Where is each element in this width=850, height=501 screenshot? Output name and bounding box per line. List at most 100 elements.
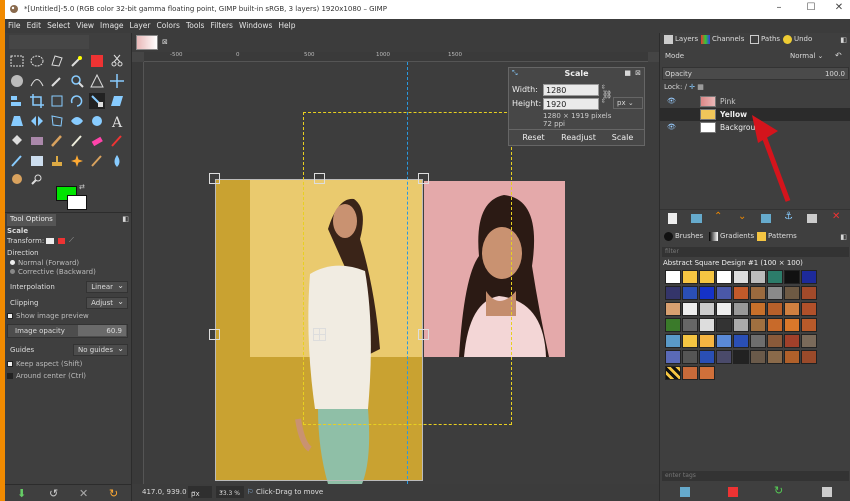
pattern-refresh-icon[interactable]: ↻ xyxy=(774,484,783,497)
pattern-swatch[interactable] xyxy=(665,350,681,364)
pattern-open-icon[interactable] xyxy=(822,487,832,497)
width-input[interactable]: 1280 xyxy=(543,84,599,96)
tab-paths[interactable]: Paths xyxy=(750,35,780,47)
menu-windows[interactable]: Windows xyxy=(236,19,275,32)
reset-options-icon[interactable]: ↻ xyxy=(109,487,118,500)
mypaint-brush-icon[interactable] xyxy=(29,153,45,169)
free-select-icon[interactable] xyxy=(49,53,65,69)
smudge-alt-icon[interactable] xyxy=(9,171,25,187)
image-tab-thumbnail[interactable] xyxy=(136,35,158,50)
measure-icon[interactable] xyxy=(89,73,105,89)
pattern-swatch[interactable] xyxy=(784,302,800,316)
anchor-layer-icon[interactable]: ⚓ xyxy=(784,211,793,222)
pencil-icon[interactable] xyxy=(69,133,85,149)
lock-alpha-icon[interactable]: ▦ xyxy=(697,83,704,91)
pattern-swatch[interactable] xyxy=(784,350,800,364)
dock-menu-icon[interactable]: ◧ xyxy=(840,36,847,44)
cage-transform-icon[interactable] xyxy=(49,113,65,129)
tab-undo[interactable]: Undo xyxy=(783,35,812,47)
dodge-burn-icon[interactable] xyxy=(109,153,125,169)
opacity-value[interactable]: 100.0 xyxy=(825,70,845,78)
pattern-swatch[interactable] xyxy=(733,334,749,348)
scale-tool-icon[interactable] xyxy=(89,93,105,109)
raise-layer-icon[interactable]: ⌃ xyxy=(714,211,722,222)
height-input[interactable]: 1920 xyxy=(543,98,599,110)
ink-icon[interactable] xyxy=(9,153,25,169)
pattern-swatch[interactable] xyxy=(784,318,800,332)
shear-icon[interactable] xyxy=(109,93,125,109)
tags-input[interactable]: enter tags xyxy=(662,471,849,481)
pattern-swatch[interactable] xyxy=(801,302,817,316)
visibility-eye-icon[interactable]: 👁 xyxy=(667,123,676,131)
tab-brushes[interactable]: Brushes xyxy=(664,232,703,244)
pattern-swatch[interactable] xyxy=(801,334,817,348)
pattern-swatch[interactable] xyxy=(699,366,715,380)
transform-path-icon[interactable]: ⟋ xyxy=(69,236,74,245)
pattern-delete-icon[interactable] xyxy=(728,487,738,497)
tab-gradients[interactable]: Gradients xyxy=(709,232,754,244)
image-opacity-value[interactable]: 60.9 xyxy=(106,327,122,335)
chain-link-icon[interactable]: ⛓ xyxy=(602,90,612,99)
pattern-swatch[interactable] xyxy=(733,350,749,364)
pattern-swatch[interactable] xyxy=(784,286,800,300)
transform-layer-icon[interactable] xyxy=(46,238,54,244)
minimize-button[interactable]: – xyxy=(765,2,793,16)
vertical-guide[interactable] xyxy=(407,62,408,484)
panel-menu-icon[interactable]: ◧ xyxy=(122,215,129,223)
pattern-swatch[interactable] xyxy=(699,270,715,284)
pattern-filter-input[interactable]: filter xyxy=(662,247,849,257)
pattern-swatch[interactable] xyxy=(699,302,715,316)
lower-layer-icon[interactable]: ⌄ xyxy=(738,211,746,222)
lock-pixels-icon[interactable]: ∕ xyxy=(685,83,687,91)
pattern-swatch[interactable] xyxy=(682,366,698,380)
zoom-icon[interactable] xyxy=(69,73,85,89)
tab-channels[interactable]: Channels xyxy=(701,35,744,47)
mode-select[interactable]: Normal ⌄ xyxy=(790,52,823,60)
pattern-swatch[interactable] xyxy=(699,286,715,300)
rotate-icon[interactable] xyxy=(69,93,85,109)
menu-edit[interactable]: Edit xyxy=(24,19,45,32)
delete-options-icon[interactable]: ✕ xyxy=(79,487,88,500)
airbrush-icon[interactable] xyxy=(109,133,125,149)
transform-selection-icon[interactable] xyxy=(58,238,65,244)
pattern-swatch[interactable] xyxy=(716,334,732,348)
pattern-swatch[interactable] xyxy=(665,318,681,332)
pattern-swatch[interactable] xyxy=(733,318,749,332)
new-layer-icon[interactable] xyxy=(668,213,677,224)
restore-options-icon[interactable]: ↺ xyxy=(49,487,58,500)
pattern-swatch[interactable] xyxy=(716,270,732,284)
select-by-color-icon[interactable] xyxy=(89,53,105,69)
pattern-swatch[interactable] xyxy=(733,302,749,316)
pattern-swatch[interactable] xyxy=(665,270,681,284)
dialog-close-icon[interactable]: ⊠ xyxy=(635,69,641,77)
clipping-select[interactable]: Adjust xyxy=(86,297,128,309)
lock-position-icon[interactable]: ✛ xyxy=(689,83,695,91)
pattern-swatch[interactable] xyxy=(733,286,749,300)
paintbrush-icon[interactable] xyxy=(49,133,65,149)
background-color-swatch[interactable] xyxy=(67,195,87,210)
pattern-swatch[interactable] xyxy=(682,334,698,348)
crop-icon[interactable] xyxy=(29,93,45,109)
pattern-swatch[interactable] xyxy=(767,318,783,332)
pattern-swatch[interactable] xyxy=(767,350,783,364)
duplicate-layer-icon[interactable] xyxy=(761,214,771,223)
pattern-swatch[interactable] xyxy=(750,334,766,348)
pattern-swatch[interactable] xyxy=(767,270,783,284)
warp-transform-icon[interactable] xyxy=(69,113,85,129)
pattern-swatch[interactable] xyxy=(665,366,681,380)
foreground-select-icon[interactable] xyxy=(9,73,25,89)
menu-help[interactable]: Help xyxy=(275,19,298,32)
pattern-swatch[interactable] xyxy=(682,302,698,316)
pattern-swatch[interactable] xyxy=(750,318,766,332)
rect-select-icon[interactable] xyxy=(9,53,25,69)
pattern-swatch[interactable] xyxy=(750,286,766,300)
pattern-swatch[interactable] xyxy=(699,350,715,364)
color-picker-alt-icon[interactable] xyxy=(29,171,45,187)
move-icon[interactable] xyxy=(109,73,125,89)
swap-colors-icon[interactable]: ⇄ xyxy=(79,183,85,191)
new-layer-group-icon[interactable] xyxy=(691,214,702,223)
tab-tool-options[interactable]: Tool Options xyxy=(7,214,56,226)
pattern-swatch[interactable] xyxy=(801,270,817,284)
unified-transform-icon[interactable] xyxy=(49,93,65,109)
pattern-edit-icon[interactable] xyxy=(680,487,690,497)
